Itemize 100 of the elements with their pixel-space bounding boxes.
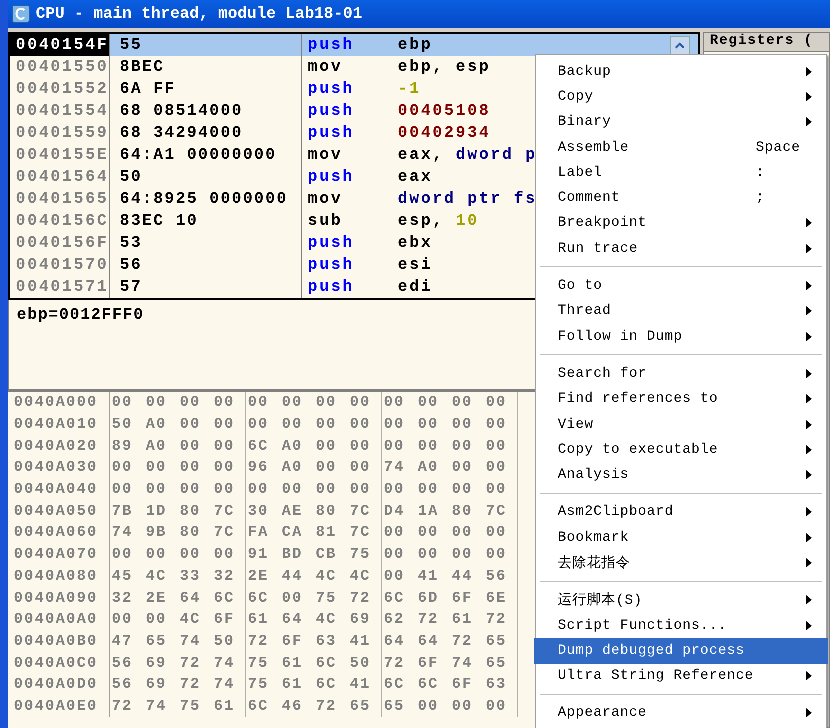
- byte-cell-text: 00: [214, 438, 236, 455]
- menu-item[interactable]: Follow in Dump: [536, 324, 826, 350]
- address-cell: 0040A0D0: [8, 674, 110, 696]
- byte-cell-text: 00: [180, 416, 202, 434]
- address-cell: 0040A060: [8, 522, 110, 544]
- byte-cell-text: AE: [282, 502, 304, 520]
- menu-item[interactable]: Copy: [536, 84, 826, 110]
- address-cell: 00401554: [10, 100, 110, 122]
- byte-cell-text: 00: [316, 416, 338, 434]
- address-cell: 0040A070: [8, 544, 110, 566]
- menu-item[interactable]: Comment ;: [536, 185, 826, 211]
- byte-cell-text: 6F: [214, 611, 236, 628]
- byte-cell-text: 80: [180, 524, 202, 542]
- byte-cell-text: 00: [146, 394, 168, 412]
- address-cell: 0040A040: [8, 478, 110, 500]
- byte-cell-text: 80: [452, 502, 474, 520]
- byte-cell-text: 61: [248, 611, 270, 628]
- menu-item[interactable]: Find references to: [536, 386, 826, 412]
- menu-item[interactable]: Thread: [536, 298, 826, 324]
- byte-cell-text: 00: [418, 438, 440, 455]
- byte-cell-text: 00: [418, 394, 440, 412]
- menu-item[interactable]: Appearance: [536, 700, 826, 726]
- byte-cell-text: 00: [180, 481, 202, 498]
- menu-item[interactable]: Binary: [536, 110, 826, 135]
- submenu-arrow-icon: [806, 507, 812, 518]
- byte-cell-text: 50: [350, 654, 372, 672]
- byte-cell-text: 4C: [146, 568, 168, 585]
- hex-cell: 83EC 10: [110, 210, 302, 232]
- submenu-arrow-icon: [806, 708, 812, 718]
- byte-cell-text: 00: [486, 416, 508, 434]
- byte-cell-text: 30: [248, 502, 270, 520]
- menu-item[interactable]: Assemble Space: [536, 134, 826, 160]
- menu-item[interactable]: Breakpoint: [536, 210, 826, 236]
- byte-cell-text: 65: [486, 654, 508, 672]
- byte-cell-text: A0: [282, 438, 304, 455]
- byte-cell-text: 65: [350, 698, 372, 715]
- byte-cell-text: D4: [384, 502, 406, 520]
- byte-cell-text: 80: [180, 502, 202, 520]
- address-cell: 0040156F: [10, 232, 110, 254]
- byte-cell-text: 00: [486, 481, 508, 498]
- byte-cell-text: 00: [112, 459, 134, 476]
- submenu-arrow-icon: [806, 620, 812, 631]
- byte-cell-text: 50: [112, 416, 134, 434]
- byte-cell-text: 75: [248, 654, 270, 672]
- byte-cell-text: 00: [486, 438, 508, 455]
- byte-cell-text: 4C: [316, 611, 338, 628]
- address-cell: 00401564: [10, 166, 110, 188]
- address-cell: 00401565: [10, 188, 110, 210]
- byte-cell-text: 6E: [486, 590, 508, 607]
- menu-item[interactable]: Search for: [536, 361, 826, 387]
- menu-item[interactable]: View: [536, 412, 826, 438]
- byte-cell-text: 64: [180, 590, 202, 607]
- menu-item[interactable]: Asm2Clipboard: [536, 500, 826, 526]
- menu-item[interactable]: Go to: [536, 273, 826, 299]
- byte-cell-text: 6C: [248, 590, 270, 607]
- byte-cell-text: 00: [452, 546, 474, 564]
- byte-cell-text: 7C: [214, 502, 236, 520]
- byte-cell-text: 00: [248, 481, 270, 498]
- byte-cell-text: 00: [180, 394, 202, 412]
- menu-item[interactable]: Script Functions...: [536, 612, 826, 638]
- byte-cell-text: 91: [248, 546, 270, 564]
- byte-cell-text: 00: [146, 481, 168, 498]
- byte-cell-text: 2E: [146, 590, 168, 607]
- menu-item[interactable]: Ultra String Reference: [536, 664, 826, 689]
- address-cell: 0040155E: [10, 144, 110, 166]
- byte-cell-text: 6F: [282, 632, 304, 650]
- hex-cell: 68 08514000: [110, 100, 302, 122]
- byte-cell-text: 00: [282, 416, 304, 434]
- menu-item[interactable]: Analysis: [536, 462, 826, 488]
- menu-item[interactable]: Label :: [536, 160, 826, 186]
- byte-cell-text: 00: [486, 546, 508, 564]
- byte-cell-text: 00: [452, 459, 474, 476]
- menu-item[interactable]: 运行脚本(S): [536, 588, 826, 613]
- hex-cell: 68 34294000: [110, 122, 302, 144]
- byte-cell-text: 50: [214, 632, 236, 650]
- mnemonic-cell-text: push: [307, 256, 356, 274]
- byte-cell-text: 65: [486, 632, 508, 650]
- byte-cell-text: BD: [282, 546, 304, 564]
- menu-item[interactable]: Dump debugged process: [534, 638, 828, 664]
- byte-cell-text: 00: [146, 459, 168, 476]
- menu-item[interactable]: Bookmark: [536, 525, 826, 550]
- address-cell: 0040A080: [8, 566, 110, 588]
- menu-item[interactable]: 去除花指令: [536, 550, 826, 576]
- menu-item[interactable]: Backup: [536, 59, 826, 84]
- hex-cell: 50: [110, 166, 302, 188]
- byte-cell-text: 46: [282, 698, 304, 715]
- scroll-up-button[interactable]: [670, 36, 690, 56]
- disassembly-row[interactable]: 0040154F 55 push ebp: [10, 34, 698, 56]
- byte-cell-text: 63: [316, 632, 338, 650]
- hex-cell: 64:A1 00000000: [110, 144, 302, 166]
- mnemonic-cell-text: push: [307, 168, 356, 186]
- byte-cell-text: 6C: [316, 676, 338, 694]
- address-cell: 0040156C: [10, 210, 110, 232]
- byte-cell-text: 7B: [112, 502, 134, 520]
- submenu-arrow-icon: [806, 281, 812, 292]
- byte-cell-text: 00: [486, 394, 508, 412]
- byte-cell-text: 00: [452, 416, 474, 434]
- window-title: CPU - main thread, module Lab18-01: [36, 5, 362, 23]
- menu-item[interactable]: Copy to executable: [536, 437, 826, 462]
- operand-cell-text: ebp, esp: [397, 58, 491, 76]
